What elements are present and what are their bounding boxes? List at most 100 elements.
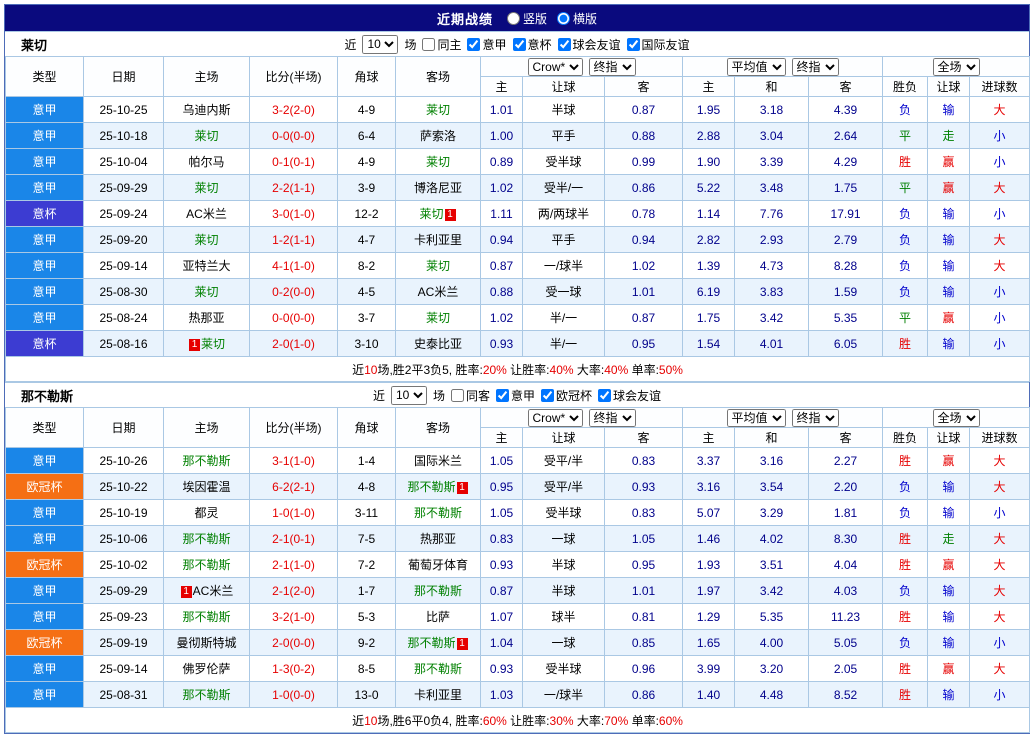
odds-away: 0.87 — [603, 304, 684, 331]
match-row: 意甲 25-09-14 亚特兰大 4-1(1-0) 8-2 莱切 0.87 一/球半 1.02 1… — [5, 252, 1031, 279]
select-全场[interactable]: 全场 — [932, 408, 980, 427]
filter-意甲[interactable]: 意甲 — [496, 387, 535, 404]
corner-count: 13-0 — [337, 681, 396, 708]
checkbox-球会友谊[interactable] — [557, 37, 571, 51]
checkbox-同客[interactable] — [450, 388, 464, 402]
checkbox-球会友谊[interactable] — [598, 388, 612, 402]
team-label: 卡利亚里 — [413, 688, 462, 702]
match-type: 意甲 — [5, 226, 84, 253]
match-type: 意甲 — [5, 122, 84, 149]
handicap-line: 受平/半 — [522, 447, 605, 474]
match-date: 25-09-14 — [83, 655, 164, 682]
match-row: 意甲 25-09-23 那不勒斯 3-2(1-0) 5-3 比萨 1.07 球半 0.81 1.2… — [5, 603, 1031, 630]
result-handicap: 输 — [927, 577, 971, 604]
recent-count-select[interactable]: 10 — [362, 34, 399, 54]
checkbox-同主[interactable] — [422, 37, 436, 51]
corner-count: 7-2 — [337, 551, 396, 578]
away-team: 莱切 — [395, 96, 481, 123]
handicap-line: 受平/半 — [522, 473, 605, 500]
summary-segment: 60% — [658, 713, 683, 728]
checkbox-意甲[interactable] — [496, 388, 509, 402]
avg-away: 1.81 — [808, 499, 884, 526]
select-平均值[interactable]: 平均值 — [726, 57, 786, 76]
summary-segment: 大率: — [573, 713, 605, 728]
score: 0-2(0-0) — [249, 278, 338, 305]
odds-home: 0.87 — [480, 577, 523, 604]
score: 2-1(2-0) — [249, 577, 338, 604]
checkbox-欧冠杯[interactable] — [541, 388, 555, 402]
handicap-line: 平手 — [522, 226, 605, 253]
filter-欧冠杯[interactable]: 欧冠杯 — [541, 387, 592, 404]
match-row: 欧冠杯 25-10-02 那不勒斯 2-1(1-0) 7-2 葡萄牙体育 0.93 半球 0.9… — [5, 551, 1031, 578]
checkbox-label: 球会友谊 — [613, 388, 662, 403]
filter-国际友谊[interactable]: 国际友谊 — [626, 36, 690, 53]
subcol-header-5-客: 客 — [808, 427, 884, 448]
result-handicap: 输 — [927, 226, 971, 253]
select-全场[interactable]: 全场 — [932, 57, 980, 76]
odds-home: 1.01 — [480, 96, 523, 123]
select-平均值[interactable]: 平均值 — [726, 408, 786, 427]
filter-同客[interactable]: 同客 — [450, 387, 490, 404]
avg-draw: 3.16 — [734, 447, 810, 474]
subcol-header-7-让球: 让球 — [927, 76, 971, 97]
summary-segment: 场,胜2平3负5, 胜率: — [377, 362, 483, 377]
avg-away: 2.64 — [808, 122, 884, 149]
view-option-横版[interactable]: 横版 — [557, 10, 597, 27]
away-team: 莱切 — [395, 304, 481, 331]
select-终指[interactable]: 终指 — [588, 408, 636, 427]
match-type: 意甲 — [5, 655, 84, 682]
odds-home: 1.04 — [480, 629, 523, 656]
score: 0-1(0-1) — [249, 148, 338, 175]
team-label: 莱切 — [425, 259, 450, 273]
odds-home: 0.87 — [480, 252, 523, 279]
home-team: 那不勒斯 — [163, 603, 250, 630]
result-outcome: 负 — [882, 96, 929, 123]
checkbox-意杯[interactable] — [512, 37, 526, 51]
filter-球会友谊[interactable]: 球会友谊 — [557, 36, 621, 53]
col-header-类型: 类型 — [5, 56, 84, 97]
select-Crow*[interactable]: Crow* — [527, 57, 583, 76]
filter-同主[interactable]: 同主 — [422, 36, 461, 53]
checkbox-意甲[interactable] — [467, 37, 481, 51]
odds-away: 1.01 — [603, 577, 684, 604]
view-option-竖版[interactable]: 竖版 — [506, 10, 547, 27]
select-Crow*[interactable]: Crow* — [527, 408, 583, 427]
match-date: 25-08-31 — [83, 681, 164, 708]
match-row: 意甲 25-10-04 帕尔马 0-1(0-1) 4-9 莱切 0.89 受半球 0.99 1.9… — [5, 148, 1031, 175]
select-终指[interactable]: 终指 — [588, 57, 636, 76]
corner-count: 4-7 — [337, 226, 396, 253]
checkbox-国际友谊[interactable] — [626, 37, 640, 51]
match-date: 25-10-18 — [83, 122, 164, 149]
odds-away: 0.96 — [603, 655, 684, 682]
corner-count: 4-5 — [337, 278, 396, 305]
result-handicap: 输 — [927, 681, 971, 708]
odds-away: 0.81 — [603, 603, 684, 630]
match-type: 欧冠杯 — [5, 551, 84, 578]
summary-segment: 近 — [352, 713, 365, 728]
result-handicap: 输 — [927, 629, 971, 656]
match-date: 25-08-24 — [83, 304, 164, 331]
away-team: 那不勒斯 1 — [395, 629, 481, 656]
recent-count-select[interactable]: 10 — [390, 385, 427, 405]
view-mode-radios: 竖版 横版 — [506, 10, 597, 27]
filter-球会友谊[interactable]: 球会友谊 — [598, 387, 661, 404]
filter-意杯[interactable]: 意杯 — [512, 36, 552, 53]
subcol-header-0-主: 主 — [480, 427, 523, 448]
avg-draw: 4.02 — [734, 525, 810, 552]
team-label: 那不勒斯 — [182, 532, 231, 546]
team-label: 那不勒斯 — [407, 480, 456, 494]
avg-away: 2.27 — [808, 447, 884, 474]
match-row: 意甲 25-09-14 佛罗伦萨 1-3(0-2) 8-5 那不勒斯 0.93 受半球 0.96… — [5, 655, 1031, 682]
away-team: 莱切 1 — [395, 200, 481, 227]
view-radio-竖版[interactable] — [506, 11, 520, 25]
avg-home: 2.82 — [682, 226, 736, 253]
avg-home: 1.29 — [682, 603, 736, 630]
score: 2-2(1-1) — [249, 174, 338, 201]
select-终指[interactable]: 终指 — [791, 408, 839, 427]
select-终指[interactable]: 终指 — [791, 57, 839, 76]
score: 2-1(1-0) — [249, 551, 338, 578]
result-handicap: 走 — [927, 122, 971, 149]
score: 1-3(0-2) — [249, 655, 338, 682]
view-radio-横版[interactable] — [557, 11, 570, 25]
filter-意甲[interactable]: 意甲 — [467, 36, 507, 53]
